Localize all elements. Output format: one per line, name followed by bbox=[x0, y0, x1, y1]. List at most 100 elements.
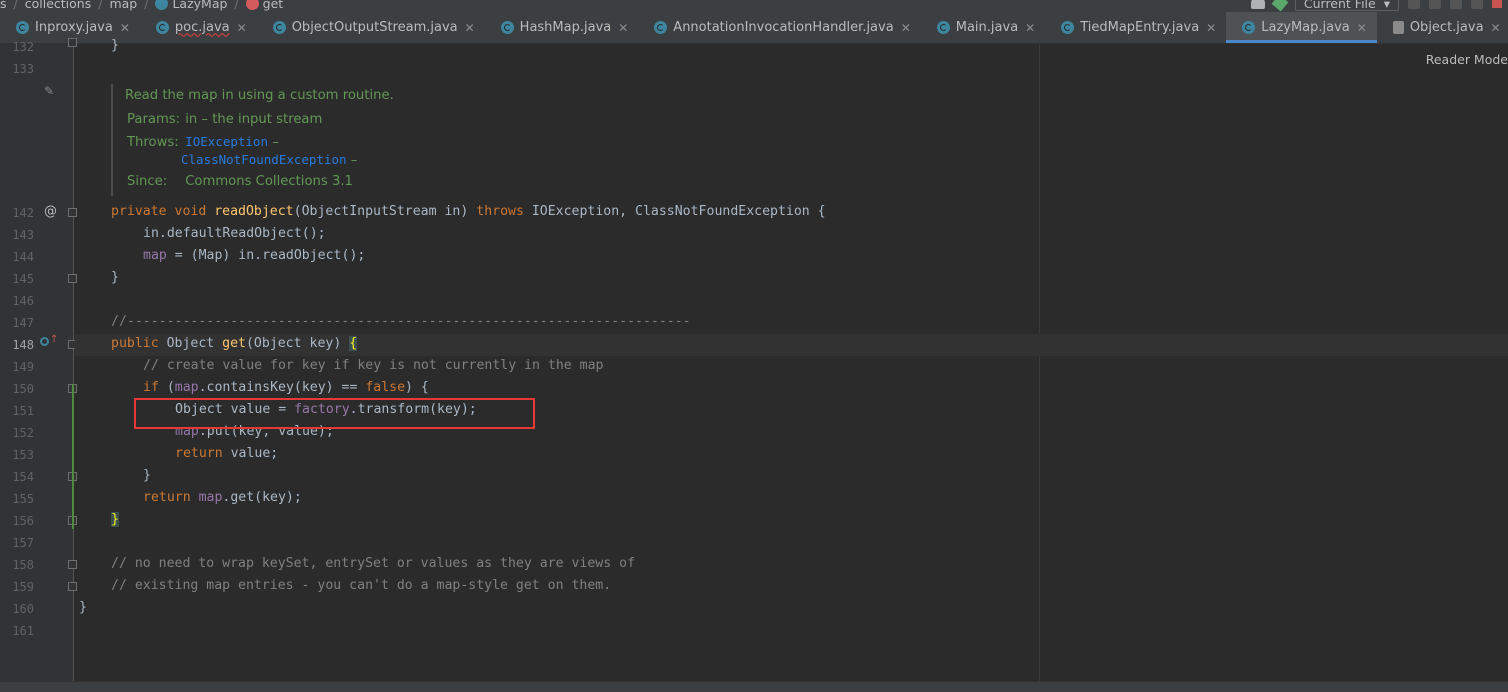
fold-marker-icon[interactable] bbox=[68, 582, 77, 591]
edit-doc-pencil-icon[interactable]: ✎ bbox=[44, 84, 54, 98]
run-icon[interactable] bbox=[1408, 0, 1420, 9]
code-field: map bbox=[143, 248, 167, 263]
implements-gutter-icon[interactable] bbox=[40, 337, 49, 346]
java-class-icon bbox=[16, 21, 29, 34]
editor-gutter[interactable]: 132 133 ✎ 142 @ 143 144 145 146 147 148 … bbox=[0, 38, 77, 681]
breadcrumb-separator: / bbox=[98, 0, 103, 11]
stop-icon[interactable] bbox=[1492, 0, 1502, 8]
run-configuration-label: Current File bbox=[1303, 0, 1376, 11]
tab-poc[interactable]: poc.java ✕ bbox=[140, 12, 257, 43]
java-file-icon bbox=[1392, 21, 1404, 34]
tab-object[interactable]: Object.java ✕ bbox=[1377, 12, 1508, 43]
close-icon[interactable]: ✕ bbox=[1491, 21, 1501, 35]
close-icon[interactable]: ✕ bbox=[120, 21, 130, 35]
breadcrumb-separator: / bbox=[234, 0, 239, 11]
doc-throws-dash: – bbox=[346, 153, 358, 168]
tab-label: ObjectOutputStream.java bbox=[291, 20, 458, 35]
tab-label: Inproxy.java bbox=[35, 20, 113, 35]
code-line-132: } bbox=[111, 38, 119, 53]
tab-annotationinvocationhandler[interactable]: AnnotationInvocationHandler.java ✕ bbox=[638, 12, 920, 43]
fold-marker-icon[interactable] bbox=[68, 274, 77, 283]
tab-tiedmapentry[interactable]: TiedMapEntry.java ✕ bbox=[1045, 12, 1226, 43]
doc-summary: Read the map in using a custom routine. bbox=[125, 88, 394, 103]
debug-icon[interactable] bbox=[1429, 0, 1441, 9]
doc-params-row: Params: in – the input stream bbox=[127, 112, 322, 127]
line-number: 145 bbox=[12, 272, 34, 286]
close-icon[interactable]: ✕ bbox=[237, 21, 247, 35]
line-number: 154 bbox=[12, 470, 34, 484]
editor-tab-bar: Inproxy.java ✕ poc.java ✕ ObjectOutputSt… bbox=[0, 12, 1508, 44]
breadcrumb-item-collections[interactable]: collections bbox=[25, 0, 92, 11]
fold-marker-icon[interactable] bbox=[68, 38, 77, 47]
line-number: 156 bbox=[12, 514, 34, 528]
line-number: 133 bbox=[12, 62, 34, 76]
code-line-158-comment: // no need to wrap keySet, entrySet or v… bbox=[111, 556, 636, 571]
line-number: 147 bbox=[12, 316, 34, 330]
doc-since-row: Since: Commons Collections 3.1 bbox=[127, 174, 353, 189]
code-keyword: throws bbox=[476, 204, 532, 219]
close-icon[interactable]: ✕ bbox=[901, 21, 911, 35]
doc-since-value: Commons Collections 3.1 bbox=[185, 174, 353, 189]
line-number: 155 bbox=[12, 492, 34, 506]
override-at-icon[interactable]: @ bbox=[44, 204, 57, 219]
code-line-144: map = (Map) in.readObject(); bbox=[143, 248, 365, 263]
tab-main[interactable]: Main.java ✕ bbox=[921, 12, 1045, 43]
line-number-current: 148 bbox=[12, 338, 34, 352]
line-number: 142 bbox=[12, 206, 34, 220]
code-text: (ObjectInputStream in) bbox=[293, 204, 477, 219]
method-icon bbox=[245, 0, 259, 10]
coverage-icon[interactable] bbox=[1450, 0, 1462, 9]
fold-marker-icon[interactable] bbox=[68, 560, 77, 569]
tab-label: LazyMap.java bbox=[1261, 20, 1350, 35]
doc-throws-row-2: ClassNotFoundException – bbox=[181, 152, 357, 168]
line-number: 150 bbox=[12, 382, 34, 396]
code-line-150: if (map.containsKey(key) == false) { bbox=[143, 380, 429, 395]
run-configuration-select[interactable]: Current File ▾ bbox=[1294, 0, 1399, 11]
code-text: .containsKey(key) == bbox=[198, 380, 366, 395]
breadcrumb-item-lazymap[interactable]: LazyMap bbox=[172, 0, 227, 11]
breadcrumb-bar: s / collections / map / LazyMap / get Cu… bbox=[0, 0, 1508, 12]
tab-objectoutputstream[interactable]: ObjectOutputStream.java ✕ bbox=[257, 12, 485, 43]
code-field: map bbox=[198, 490, 223, 505]
line-number: 146 bbox=[12, 294, 34, 308]
line-number: 160 bbox=[12, 602, 34, 616]
close-icon[interactable]: ✕ bbox=[1206, 21, 1216, 35]
code-method-name: readObject bbox=[214, 204, 294, 219]
doc-throws-link-ioexception[interactable]: IOException bbox=[185, 134, 268, 149]
close-icon[interactable]: ✕ bbox=[1025, 21, 1035, 35]
close-icon[interactable]: ✕ bbox=[465, 21, 475, 35]
tab-label: HashMap.java bbox=[519, 20, 612, 35]
java-class-icon bbox=[654, 21, 668, 34]
rendered-javadoc: Read the map in using a custom routine. … bbox=[111, 84, 1031, 196]
breadcrumb-item-get[interactable]: get bbox=[263, 0, 284, 11]
tab-label: AnnotationInvocationHandler.java bbox=[673, 20, 894, 35]
code-line-160: } bbox=[79, 600, 87, 615]
run-toolbar: Current File ▾ bbox=[1250, 0, 1508, 12]
right-margin-guide bbox=[1039, 44, 1040, 681]
code-keyword: private void bbox=[111, 204, 215, 219]
code-editor[interactable]: ct 132 133 ✎ 142 @ 143 144 145 146 147 1… bbox=[0, 38, 1508, 681]
breadcrumb-item-map[interactable]: map bbox=[109, 0, 137, 11]
reader-mode-toggle[interactable]: Reader Mode bbox=[1426, 52, 1508, 67]
line-number: 152 bbox=[12, 426, 34, 440]
line-number: 151 bbox=[12, 404, 34, 418]
breadcrumb: s / collections / map / LazyMap / get bbox=[0, 0, 283, 11]
overrides-arrow-icon[interactable]: ↑ bbox=[50, 334, 58, 345]
code-keyword: false bbox=[365, 380, 406, 395]
close-icon[interactable]: ✕ bbox=[618, 21, 628, 35]
close-icon[interactable]: ✕ bbox=[1357, 21, 1367, 35]
user-icon[interactable] bbox=[1250, 0, 1265, 9]
code-line-148: public Object get(Object key) { bbox=[111, 336, 358, 351]
line-number: 149 bbox=[12, 360, 34, 374]
tab-lazymap[interactable]: LazyMap.java ✕ bbox=[1226, 12, 1377, 43]
fold-marker-icon[interactable] bbox=[68, 208, 77, 217]
breadcrumb-item-package-tail[interactable]: s bbox=[0, 0, 7, 11]
vcs-changed-lines-marker[interactable] bbox=[72, 384, 74, 529]
doc-throws-link-classnotfound[interactable]: ClassNotFoundException bbox=[181, 152, 347, 167]
profile-icon[interactable] bbox=[1471, 0, 1483, 9]
code-field: map bbox=[174, 380, 199, 395]
build-hammer-icon[interactable] bbox=[1271, 0, 1289, 12]
code-line-155: return map.get(key); bbox=[143, 490, 302, 505]
status-bar bbox=[0, 681, 1508, 692]
tab-hashmap[interactable]: HashMap.java ✕ bbox=[485, 12, 639, 43]
